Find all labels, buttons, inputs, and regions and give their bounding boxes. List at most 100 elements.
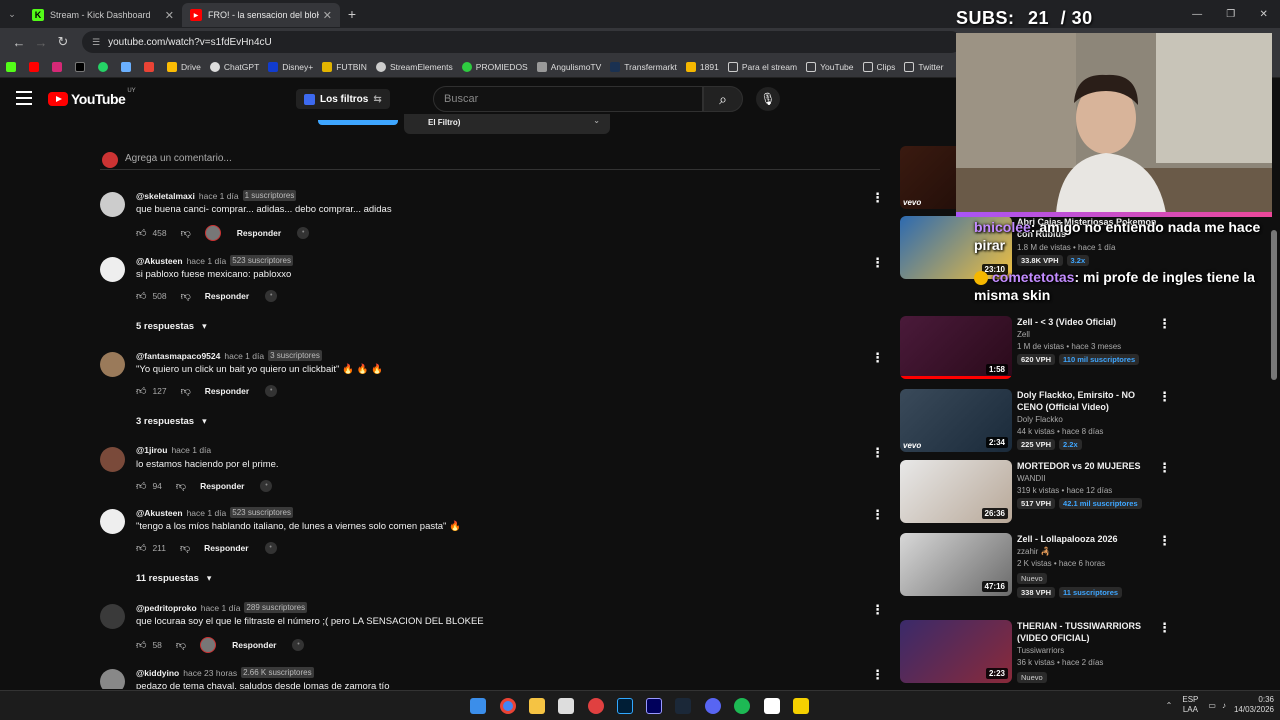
- bookmark-kick[interactable]: [6, 61, 20, 72]
- channel-name[interactable]: zzahir 🦂: [1017, 547, 1157, 556]
- discord-icon[interactable]: [705, 698, 721, 714]
- dislike-icon[interactable]: 👎︎: [176, 480, 186, 492]
- video-thumbnail[interactable]: 26:36: [900, 460, 1012, 523]
- tab-kick-dashboard[interactable]: K Stream - Kick Dashboard ✕: [24, 3, 182, 27]
- bookmark-chatgpt[interactable]: ChatGPT: [209, 61, 259, 72]
- more-icon[interactable]: •: [260, 480, 273, 492]
- comment-time[interactable]: hace 1 día: [187, 508, 227, 518]
- new-tab-button[interactable]: +: [340, 6, 364, 22]
- video-thumbnail[interactable]: 1:58: [900, 316, 1012, 379]
- reply-button[interactable]: Responder: [237, 228, 281, 238]
- language-indicator[interactable]: ESP LAA: [1182, 695, 1198, 715]
- channel-name[interactable]: Tussiwarriors: [1017, 646, 1157, 655]
- photoshop-icon[interactable]: [617, 698, 633, 714]
- reply-button[interactable]: Responder: [205, 386, 249, 396]
- close-window-icon[interactable]: ✕: [1259, 9, 1267, 20]
- comment-menu-icon[interactable]: ⋮: [871, 190, 884, 206]
- avatar[interactable]: [100, 509, 125, 534]
- avatar[interactable]: [100, 604, 125, 629]
- add-comment-field[interactable]: Agrega un comentario...: [100, 150, 880, 170]
- steam-icon[interactable]: [675, 698, 691, 714]
- video-menu-icon[interactable]: ⋮: [1158, 389, 1171, 405]
- comment-author[interactable]: @1jirou: [136, 445, 167, 455]
- chrome-icon[interactable]: [500, 698, 516, 714]
- subscribe-button-remnant[interactable]: [318, 120, 398, 125]
- reply-button[interactable]: Responder: [200, 481, 244, 491]
- channel-name[interactable]: WANDII: [1017, 474, 1157, 483]
- bookmark-drive[interactable]: Drive: [167, 61, 201, 72]
- more-icon[interactable]: •: [265, 385, 278, 397]
- bookmark-1891[interactable]: 1891: [685, 61, 719, 72]
- volume-icon[interactable]: ♪: [1222, 701, 1226, 710]
- app-icon[interactable]: [558, 698, 574, 714]
- app-icon[interactable]: [588, 698, 604, 714]
- comment-time[interactable]: hace 1 día: [201, 603, 241, 613]
- search-input[interactable]: Buscar: [433, 86, 703, 112]
- comment-menu-icon[interactable]: ⋮: [871, 350, 884, 366]
- network-icon[interactable]: ▭: [1208, 701, 1216, 710]
- bookmark-folder-stream[interactable]: Para el stream: [727, 61, 797, 72]
- video-menu-icon[interactable]: ⋮: [1158, 620, 1171, 636]
- clock[interactable]: 0:36 14/03/2026: [1234, 695, 1274, 715]
- premiere-icon[interactable]: [646, 698, 662, 714]
- spotify-icon[interactable]: [734, 698, 750, 714]
- video-title[interactable]: Zell - < 3 (Video Oficial): [1017, 316, 1157, 328]
- maximize-icon[interactable]: ❐: [1226, 9, 1235, 20]
- menu-icon[interactable]: [16, 91, 32, 105]
- bookmark-futbin[interactable]: FUTBIN: [322, 61, 367, 72]
- dislike-icon[interactable]: 👎︎: [176, 639, 186, 651]
- file-explorer-icon[interactable]: [529, 698, 545, 714]
- like-icon[interactable]: 👍︎: [136, 385, 146, 397]
- avatar[interactable]: [100, 352, 125, 377]
- bookmark-gmail[interactable]: [144, 61, 158, 72]
- comment-time[interactable]: hace 1 día: [171, 445, 211, 455]
- bookmark-folder-clips[interactable]: Clips: [862, 61, 895, 72]
- comment-time[interactable]: hace 1 día: [199, 191, 239, 201]
- video-title[interactable]: Doly Flackko, Emirsito - NO CENO (Offici…: [1017, 389, 1157, 413]
- scrollbar-thumb[interactable]: [1271, 230, 1277, 380]
- video-title[interactable]: Zell - Lollapalooza 2026: [1017, 533, 1157, 545]
- reply-button[interactable]: Responder: [232, 640, 276, 650]
- channel-name[interactable]: Zell: [1017, 330, 1157, 339]
- close-tab-icon[interactable]: ✕: [323, 9, 332, 22]
- channel-name[interactable]: Doly Flackko: [1017, 415, 1157, 424]
- reload-icon[interactable]: ↻: [52, 34, 74, 50]
- bookmark-youtube[interactable]: [29, 61, 43, 72]
- video-title[interactable]: THERIAN - TUSSIWARRIORS (VIDEO OFICIAL): [1017, 620, 1157, 644]
- comment-author[interactable]: @fantasmapaco9524: [136, 351, 220, 361]
- bookmark-x[interactable]: [75, 61, 89, 72]
- comment-author[interactable]: @pedritoproko: [136, 603, 197, 613]
- back-icon[interactable]: ←: [8, 35, 30, 50]
- comment-menu-icon[interactable]: ⋮: [871, 445, 884, 461]
- comment-time[interactable]: hace 23 horas: [183, 668, 237, 678]
- video-menu-icon[interactable]: ⋮: [1158, 316, 1171, 332]
- comment-author[interactable]: @kiddyino: [136, 668, 179, 678]
- video-thumbnail[interactable]: vevo 2:34: [900, 389, 1012, 452]
- bookmark-streamelements[interactable]: StreamElements: [375, 61, 453, 72]
- avatar[interactable]: [100, 192, 125, 217]
- bookmark-whatsapp[interactable]: [98, 61, 112, 72]
- bookmark-angulismotv[interactable]: AngulismoTV: [536, 61, 601, 72]
- site-info-icon[interactable]: ☰: [92, 37, 100, 48]
- bookmark-cloud[interactable]: [121, 61, 135, 72]
- dislike-icon[interactable]: 👎︎: [181, 227, 191, 239]
- chevron-up-icon[interactable]: ⌃: [1166, 701, 1173, 710]
- avatar[interactable]: [100, 447, 125, 472]
- forward-icon[interactable]: →: [30, 35, 52, 50]
- comment-time[interactable]: hace 1 día: [187, 256, 227, 266]
- reply-button[interactable]: Responder: [204, 543, 248, 553]
- bookmark-instagram[interactable]: [52, 61, 66, 72]
- bookmark-disney[interactable]: Disney+: [268, 61, 313, 72]
- comment-menu-icon[interactable]: ⋮: [871, 667, 884, 683]
- dislike-icon[interactable]: 👎︎: [181, 290, 191, 302]
- view-replies-button[interactable]: 3 respuestas ▾: [136, 416, 207, 427]
- notion-icon[interactable]: [764, 698, 780, 714]
- comment-author[interactable]: @skeletalmaxi: [136, 191, 195, 201]
- like-icon[interactable]: 👍︎: [136, 227, 146, 239]
- like-icon[interactable]: 👍︎: [136, 480, 146, 492]
- close-tab-icon[interactable]: ✕: [165, 9, 174, 22]
- minimize-icon[interactable]: —: [1192, 9, 1202, 20]
- like-icon[interactable]: 👍︎: [136, 290, 146, 302]
- bookmark-folder-youtube[interactable]: YouTube: [806, 61, 854, 72]
- comment-menu-icon[interactable]: ⋮: [871, 507, 884, 523]
